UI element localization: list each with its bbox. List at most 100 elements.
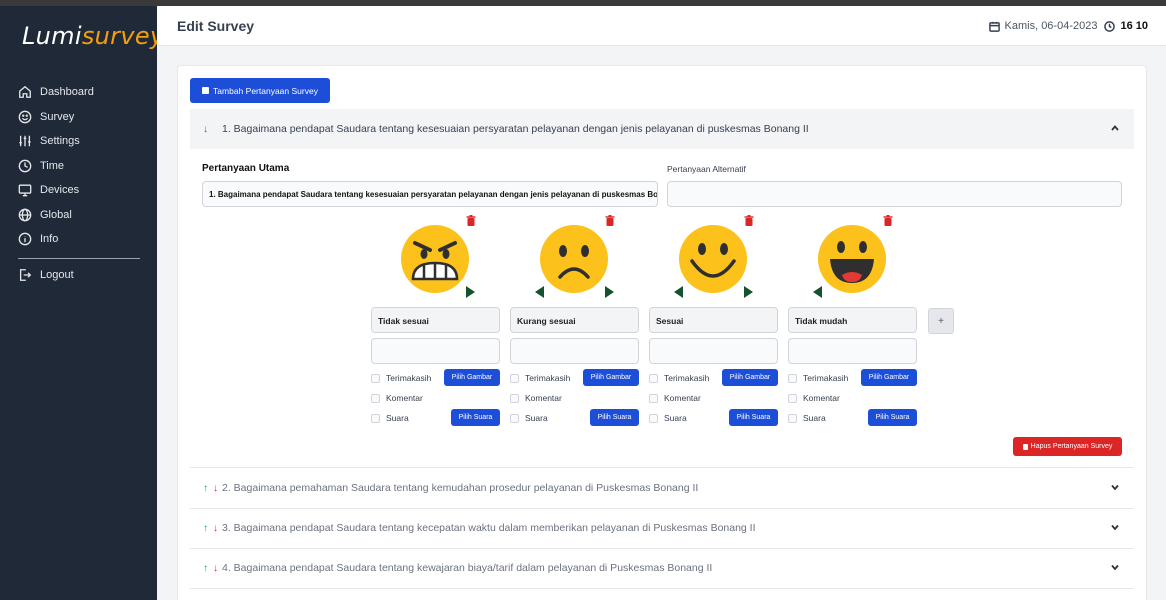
answer-option-4: Tidak mudah Terimakasih Pilih Gambar Kom…	[787, 213, 917, 428]
main-question-input[interactable]: 1. Bagaimana pendapat Saudara tentang ke…	[202, 181, 658, 207]
sidebar-item-logout[interactable]: Logout	[18, 263, 140, 288]
option-label-input[interactable]: Kurang sesuai	[510, 307, 639, 333]
sidebar-item-survey[interactable]: Survey	[18, 105, 140, 130]
option-label-input[interactable]: Tidak mudah	[788, 307, 917, 333]
chevron-down-icon[interactable]	[1110, 522, 1120, 532]
move-right-icon[interactable]	[466, 286, 475, 298]
move-up-icon[interactable]: ↑	[203, 483, 208, 494]
option-label-input[interactable]: Sesuai	[649, 307, 778, 333]
checkbox[interactable]	[371, 413, 380, 423]
sidebar-item-settings[interactable]: Settings	[18, 129, 140, 154]
voice-checkbox-row[interactable]: Suara	[510, 413, 548, 423]
move-down-icon[interactable]: ↓	[213, 563, 218, 574]
add-question-label: Tambah Pertanyaan Survey	[213, 85, 318, 96]
chevron-down-icon[interactable]	[1110, 482, 1120, 492]
checkbox[interactable]	[788, 393, 797, 403]
checkbox-label: Suara	[664, 413, 687, 423]
app-logo[interactable]: Lumisurvey	[22, 22, 164, 50]
option-alt-input[interactable]	[649, 338, 778, 364]
move-left-icon[interactable]	[813, 286, 822, 298]
answer-option-3: Sesuai Terimakasih Pilih Gambar Komentar…	[648, 213, 778, 428]
sidebar-divider	[18, 257, 140, 259]
sidebar-item-info[interactable]: Info	[18, 227, 140, 252]
page-title: Edit Survey	[177, 18, 255, 34]
question-header-2[interactable]: ↑ ↓ 2. Bagaimana pemahaman Saudara tentan…	[190, 468, 1134, 508]
reorder-arrows: ↓	[190, 124, 222, 135]
trash-icon	[1022, 443, 1028, 450]
voice-checkbox-row[interactable]: Suara	[788, 413, 826, 423]
voice-checkbox-row[interactable]: Suara	[371, 413, 409, 423]
checkbox[interactable]	[649, 413, 658, 423]
sidebar-item-dashboard[interactable]: Dashboard	[18, 80, 140, 105]
checkbox[interactable]	[649, 393, 658, 403]
move-down-icon[interactable]: ↓	[213, 483, 218, 494]
checkbox[interactable]	[788, 413, 797, 423]
reorder-arrows: ↑ ↓	[190, 483, 222, 494]
choose-sound-button[interactable]: Pilih Suara	[729, 409, 778, 426]
choose-sound-button[interactable]: Pilih Suara	[868, 409, 917, 426]
home-icon	[19, 86, 31, 99]
thanks-checkbox-row[interactable]: Terimakasih	[649, 373, 709, 383]
comment-checkbox-row[interactable]: Komentar	[649, 393, 701, 403]
checkbox[interactable]	[649, 373, 658, 383]
checkbox[interactable]	[788, 373, 797, 383]
move-up-icon[interactable]: ↑	[203, 523, 208, 534]
checkbox-label: Komentar	[525, 393, 562, 403]
clock-icon	[1104, 20, 1116, 32]
checkbox[interactable]	[371, 373, 380, 383]
move-right-icon[interactable]	[605, 286, 614, 298]
sidebar-item-time[interactable]: Time	[18, 154, 140, 179]
checkbox[interactable]	[371, 393, 380, 403]
move-left-icon[interactable]	[674, 286, 683, 298]
checkbox[interactable]	[510, 393, 519, 403]
checkbox[interactable]	[510, 413, 519, 423]
option-alt-input[interactable]	[510, 338, 639, 364]
alt-question-label: Pertanyaan Alternatif	[667, 164, 746, 174]
choose-sound-button[interactable]: Pilih Suara	[451, 409, 500, 426]
sidebar-item-label: Global	[40, 208, 72, 221]
question-title: 2. Bagaimana pemahaman Saudara tentang k…	[222, 482, 699, 494]
checkbox-label: Suara	[803, 413, 826, 423]
move-down-icon[interactable]: ↓	[203, 124, 208, 135]
voice-checkbox-row[interactable]: Suara	[649, 413, 687, 423]
checkbox-label: Terimakasih	[386, 373, 432, 383]
logo-text-lumi: Lumi	[22, 22, 82, 50]
sidebar-item-label: Logout	[40, 268, 74, 281]
chevron-up-icon[interactable]	[1110, 123, 1120, 133]
choose-image-button[interactable]: Pilih Gambar	[861, 369, 917, 386]
datetime-display: Kamis, 06-04-2023 16 10	[988, 20, 1148, 32]
question-header-3[interactable]: ↑ ↓ 3. Bagaimana pendapat Saudara tentang…	[190, 508, 1134, 548]
question-header-4[interactable]: ↑ ↓ 4. Bagaimana pendapat Saudara tentang…	[190, 548, 1134, 588]
checkbox-label: Suara	[525, 413, 548, 423]
comment-checkbox-row[interactable]: Komentar	[510, 393, 562, 403]
date-text: Kamis, 06-04-2023	[1004, 20, 1098, 32]
move-right-icon[interactable]	[744, 286, 753, 298]
option-alt-input[interactable]	[788, 338, 917, 364]
choose-image-button[interactable]: Pilih Gambar	[583, 369, 639, 386]
move-left-icon[interactable]	[535, 286, 544, 298]
choose-sound-button[interactable]: Pilih Suara	[590, 409, 639, 426]
question-header-1[interactable]: ↓ 1. Bagaimana pendapat Saudara tentang …	[190, 109, 1134, 149]
thanks-checkbox-row[interactable]: Terimakasih	[788, 373, 848, 383]
add-question-button[interactable]: Tambah Pertanyaan Survey	[190, 78, 330, 103]
checkbox[interactable]	[510, 373, 519, 383]
add-option-button[interactable]: +	[928, 308, 954, 334]
option-alt-input[interactable]	[371, 338, 500, 364]
alt-question-input[interactable]	[667, 181, 1122, 207]
choose-image-button[interactable]: Pilih Gambar	[444, 369, 500, 386]
thanks-checkbox-row[interactable]: Terimakasih	[510, 373, 570, 383]
comment-checkbox-row[interactable]: Komentar	[371, 393, 423, 403]
thanks-checkbox-row[interactable]: Terimakasih	[371, 373, 431, 383]
sidebar-item-global[interactable]: Global	[18, 203, 140, 228]
delete-question-label: Hapus Pertanyaan Survey	[1030, 443, 1113, 450]
comment-checkbox-row[interactable]: Komentar	[788, 393, 840, 403]
time-text: 16 10	[1120, 20, 1148, 32]
choose-image-button[interactable]: Pilih Gambar	[722, 369, 778, 386]
option-label-input[interactable]: Tidak sesuai	[371, 307, 500, 333]
move-down-icon[interactable]: ↓	[213, 523, 218, 534]
question-title: 1. Bagaimana pendapat Saudara tentang ke…	[222, 123, 809, 135]
sidebar-item-devices[interactable]: Devices	[18, 178, 140, 203]
chevron-down-icon[interactable]	[1110, 562, 1120, 572]
delete-question-button[interactable]: Hapus Pertanyaan Survey	[1013, 437, 1122, 456]
move-up-icon[interactable]: ↑	[203, 563, 208, 574]
